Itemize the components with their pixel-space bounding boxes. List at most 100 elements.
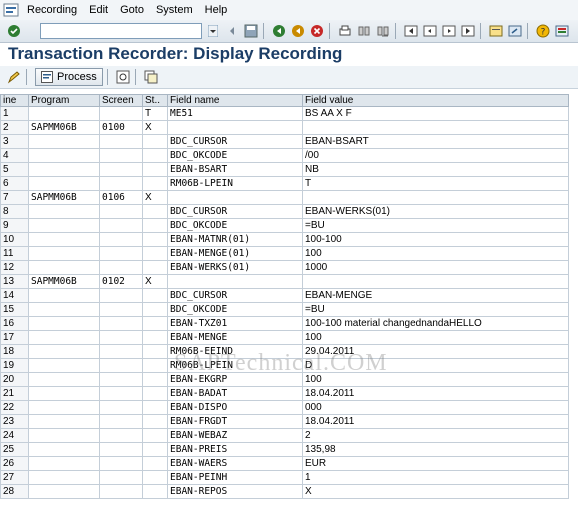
cell-field-value[interactable]: 100	[302, 372, 569, 387]
cell-line[interactable]: 24	[0, 428, 29, 443]
customize-layout-icon[interactable]	[554, 23, 570, 39]
cell-program[interactable]	[28, 302, 100, 317]
cell-screen[interactable]	[99, 176, 143, 191]
cell-field-value[interactable]: NB	[302, 162, 569, 177]
table-row[interactable]: 28 EBAN-REPOS X	[0, 484, 569, 499]
cell-field-value[interactable]	[302, 190, 569, 205]
cell-field-value[interactable]: =BU	[302, 218, 569, 233]
cell-field-name[interactable]	[167, 190, 303, 205]
cell-program[interactable]	[28, 106, 100, 121]
cell-field-name[interactable]: BDC_OKCODE	[167, 148, 303, 163]
shortcut-icon[interactable]	[507, 23, 523, 39]
cell-screen[interactable]	[99, 400, 143, 415]
cell-line[interactable]: 10	[0, 232, 29, 247]
cell-line[interactable]: 2	[0, 120, 29, 135]
menu-recording[interactable]: Recording	[21, 4, 83, 16]
table-row[interactable]: 4 BDC_OKCODE/00	[0, 148, 569, 163]
cell-field-value[interactable]: 2	[302, 428, 569, 443]
exit-icon[interactable]	[290, 23, 306, 39]
table-row[interactable]: 24 EBAN-WEBAZ 2	[0, 428, 569, 443]
cell-field-value[interactable]: EBAN-BSART	[302, 134, 569, 149]
cell-screen[interactable]	[99, 386, 143, 401]
table-row[interactable]: 27 EBAN-PEINH 1	[0, 470, 569, 485]
back-arrow-small-icon[interactable]	[224, 23, 240, 39]
cell-line[interactable]: 9	[0, 218, 29, 233]
cell-field-value[interactable]: EUR	[302, 456, 569, 471]
table-row[interactable]: 15 BDC_OKCODE =BU	[0, 302, 569, 317]
cell-screen[interactable]	[99, 246, 143, 261]
cell-line[interactable]: 14	[0, 288, 29, 303]
cell-start[interactable]	[142, 148, 168, 163]
cell-start[interactable]	[142, 428, 168, 443]
cell-line[interactable]: 23	[0, 414, 29, 429]
cell-screen[interactable]	[99, 316, 143, 331]
table-row[interactable]: 22 EBAN-DISPO 000	[0, 400, 569, 415]
cell-field-value[interactable]: 18.04.2011	[302, 414, 569, 429]
cell-field-value[interactable]: 100-100	[302, 232, 569, 247]
cell-field-name[interactable]: EBAN-PREIS	[167, 442, 303, 457]
cell-screen[interactable]: 0102	[99, 274, 143, 289]
cell-field-name[interactable]: RM06B-LPEIN	[167, 176, 303, 191]
table-row[interactable]: 3 BDC_CURSOR EBAN-BSART	[0, 134, 569, 149]
cell-field-name[interactable]: EBAN-MENGE	[167, 330, 303, 345]
cell-field-name[interactable]: EBAN-WAERS	[167, 456, 303, 471]
cell-program[interactable]	[28, 344, 100, 359]
cell-screen[interactable]	[99, 442, 143, 457]
cell-program[interactable]	[28, 372, 100, 387]
table-row[interactable]: 11 EBAN-MENGE(01) 100	[0, 246, 569, 261]
copy-icon[interactable]	[143, 69, 159, 85]
table-row[interactable]: 6 RM06B-LPEIN T	[0, 176, 569, 191]
new-session-icon[interactable]	[488, 23, 504, 39]
table-row[interactable]: 23 EBAN-FRGDT 18.04.2011	[0, 414, 569, 429]
cell-screen[interactable]	[99, 288, 143, 303]
table-row[interactable]: 25 EBAN-PREIS 135,98	[0, 442, 569, 457]
cell-start[interactable]	[142, 358, 168, 373]
sap-logo-icon[interactable]	[3, 3, 19, 17]
cell-field-name[interactable]: EBAN-PEINH	[167, 470, 303, 485]
cell-field-value[interactable]: 100	[302, 246, 569, 261]
cell-start[interactable]	[142, 456, 168, 471]
table-row[interactable]: 17 EBAN-MENGE 100	[0, 330, 569, 345]
cell-screen[interactable]	[99, 428, 143, 443]
table-row[interactable]: 21 EBAN-BADAT 18.04.2011	[0, 386, 569, 401]
first-page-icon[interactable]	[403, 23, 419, 39]
cell-program[interactable]	[28, 358, 100, 373]
enter-icon[interactable]	[6, 23, 22, 39]
cell-program[interactable]	[28, 470, 100, 485]
cell-line[interactable]: 6	[0, 176, 29, 191]
find-icon[interactable]	[356, 23, 372, 39]
cell-start[interactable]: X	[142, 120, 168, 135]
cell-field-name[interactable]: BDC_OKCODE	[167, 302, 303, 317]
cell-field-name[interactable]: BDC_CURSOR	[167, 288, 303, 303]
cancel-icon[interactable]	[309, 23, 325, 39]
column-header-screen[interactable]: Screen	[99, 94, 143, 107]
cell-field-name[interactable]: EBAN-BADAT	[167, 386, 303, 401]
cell-program[interactable]	[28, 316, 100, 331]
cell-field-name[interactable]: RM06B-LPEIN	[167, 358, 303, 373]
cell-program[interactable]	[28, 204, 100, 219]
cell-line[interactable]: 16	[0, 316, 29, 331]
cell-program[interactable]	[28, 218, 100, 233]
next-page-icon[interactable]	[441, 23, 457, 39]
cell-screen[interactable]	[99, 372, 143, 387]
cell-field-name[interactable]: EBAN-MENGE(01)	[167, 246, 303, 261]
cell-field-name[interactable]: EBAN-DISPO	[167, 400, 303, 415]
cell-screen[interactable]: 0100	[99, 120, 143, 135]
table-row[interactable]: 18 RM06B-EEIND 29.04.2011	[0, 344, 569, 359]
cell-field-name[interactable]: EBAN-REPOS	[167, 484, 303, 499]
cell-screen[interactable]	[99, 470, 143, 485]
cell-line[interactable]: 7	[0, 190, 29, 205]
cell-field-value[interactable]: BS AA X F	[302, 106, 569, 121]
cell-field-value[interactable]	[302, 120, 569, 135]
cell-start[interactable]	[142, 414, 168, 429]
cell-line[interactable]: 3	[0, 134, 29, 149]
cell-line[interactable]: 17	[0, 330, 29, 345]
cell-line[interactable]: 28	[0, 484, 29, 499]
column-header-start[interactable]: St..	[142, 94, 168, 107]
cell-field-value[interactable]: 135,98	[302, 442, 569, 457]
table-row[interactable]: 26 EBAN-WAERS EUR	[0, 456, 569, 471]
save-icon[interactable]	[243, 23, 259, 39]
cell-program[interactable]: SAPMM06B	[28, 190, 100, 205]
cell-program[interactable]	[28, 134, 100, 149]
display-icon[interactable]	[115, 69, 131, 85]
